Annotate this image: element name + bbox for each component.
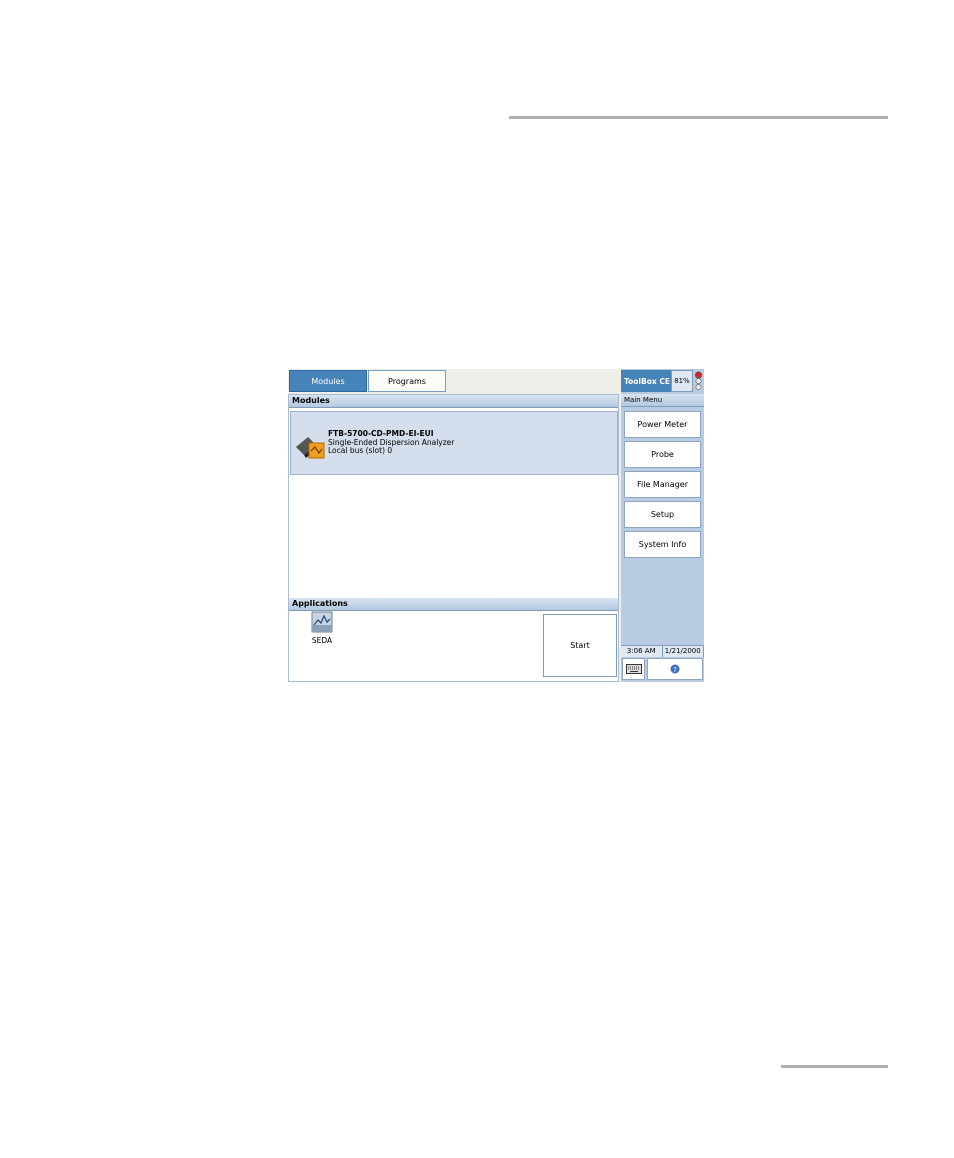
keyboard-button[interactable] <box>622 658 645 680</box>
probe-button[interactable]: Probe <box>624 441 701 468</box>
clock-date: 1/21/2000 <box>663 646 704 657</box>
seda-icon <box>311 611 333 633</box>
help-icon: ? <box>670 664 680 674</box>
module-icon <box>296 437 325 459</box>
applications-section-header: Applications <box>289 598 618 611</box>
modules-section-header: Modules <box>289 395 618 408</box>
app-seda[interactable]: SEDA <box>309 611 335 645</box>
svg-text:?: ? <box>673 666 677 674</box>
setup-button[interactable]: Setup <box>624 501 701 528</box>
top-rule <box>509 116 888 119</box>
bottom-rule <box>781 1065 888 1068</box>
clock-bar: 3:06 AM 1/21/2000 <box>621 645 704 657</box>
status-light-icon <box>694 371 703 390</box>
module-location: Local bus (slot) 0 <box>328 446 393 455</box>
toolbox-screen: Modules Programs Modules FTB-5700-CD-PMD… <box>288 369 704 682</box>
start-button[interactable]: Start <box>543 614 617 677</box>
main-menu-header: Main Menu <box>621 394 704 407</box>
app-seda-label: SEDA <box>311 636 333 645</box>
keyboard-icon <box>625 664 642 674</box>
tab-programs[interactable]: Programs <box>368 370 446 392</box>
tab-modules[interactable]: Modules <box>289 370 367 392</box>
battery-indicator: 81% <box>671 370 693 392</box>
clock-time: 3:06 AM <box>621 646 663 657</box>
system-info-button[interactable]: System Info <box>624 531 701 558</box>
module-list-item[interactable]: FTB-5700-CD-PMD-EI-EUI Single-Ended Disp… <box>290 411 618 475</box>
toolbox-title: ToolBox CE <box>621 370 671 392</box>
file-manager-button[interactable]: File Manager <box>624 471 701 498</box>
power-meter-button[interactable]: Power Meter <box>624 411 701 438</box>
sidebar: ToolBox CE 81% Main Menu Power Meter Pro… <box>621 369 704 682</box>
help-button[interactable]: ? <box>647 658 703 680</box>
